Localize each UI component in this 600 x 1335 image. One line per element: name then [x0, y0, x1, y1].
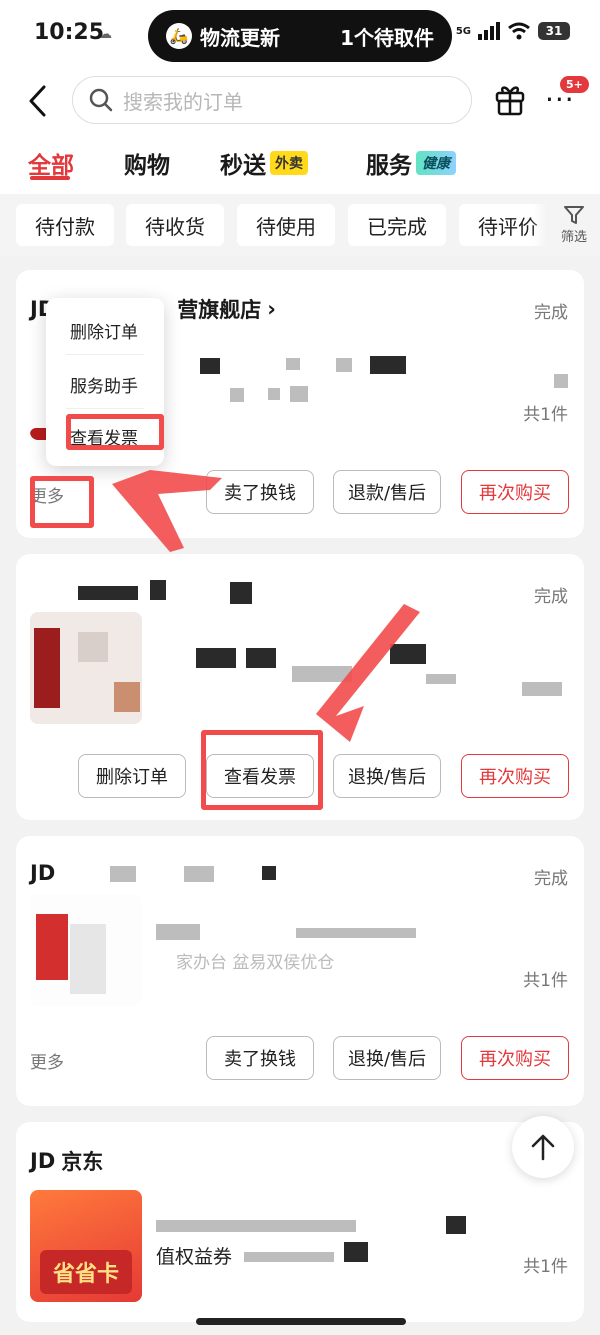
- more-link[interactable]: 更多: [30, 1048, 64, 1073]
- buy-again-button[interactable]: 再次购买: [461, 470, 569, 514]
- buy-again-button[interactable]: 再次购买: [461, 754, 569, 798]
- arrow-up-icon: [531, 1134, 555, 1161]
- takeout-tag: 外卖: [270, 151, 308, 175]
- status-filter-row: 待付款 待收货 待使用 已完成 待评价 筛选: [0, 194, 600, 256]
- store-name[interactable]: JD 京东: [30, 1146, 103, 1176]
- filter-pending-receipt[interactable]: 待收货: [126, 204, 224, 246]
- jd-logo: JD: [30, 861, 56, 885]
- wifi-icon: [508, 22, 530, 40]
- chevron-right-icon: ›: [267, 297, 276, 321]
- island-pickup-text: 1个待取件: [340, 25, 434, 50]
- product-subtitle: 家办台 盆易双侯优仓: [176, 953, 335, 973]
- return-aftersale-button[interactable]: 退换/售后: [333, 754, 441, 798]
- thumbnail-caption: 省省卡: [52, 1262, 119, 1287]
- order-status: 完成: [534, 869, 568, 889]
- popup-divider: [66, 408, 144, 409]
- tab-all-label: 全部: [28, 153, 74, 179]
- funnel-icon: [564, 205, 584, 224]
- status-time: 10:25: [34, 20, 105, 45]
- popup-divider: [66, 354, 144, 355]
- system-icons: 5G 31: [456, 22, 570, 40]
- message-badge: 5+: [560, 76, 589, 93]
- signal-icon: [478, 22, 500, 40]
- product-thumbnail[interactable]: 省省卡: [30, 1190, 142, 1302]
- filter-pending-use[interactable]: 待使用: [237, 204, 335, 246]
- product-thumbnail[interactable]: [30, 894, 142, 1006]
- tab-service[interactable]: 服务 健康: [366, 146, 456, 180]
- highlight-view-invoice-button: [201, 730, 323, 810]
- store-name-text: 营旗舰店: [177, 298, 262, 322]
- sell-for-cash-button[interactable]: 卖了换钱: [206, 470, 314, 514]
- back-icon[interactable]: [24, 84, 54, 118]
- buy-again-button[interactable]: 再次购买: [461, 1036, 569, 1080]
- highlight-more-link: [30, 476, 94, 528]
- delete-order-button[interactable]: 删除订单: [78, 754, 186, 798]
- gift-icon[interactable]: [494, 82, 526, 116]
- search-placeholder: 搜索我的订单: [123, 89, 243, 114]
- search-icon: [89, 88, 113, 112]
- return-aftersale-button[interactable]: 退换/售后: [333, 1036, 441, 1080]
- store-name-text: 京东: [61, 1150, 104, 1174]
- battery-icon: 31: [538, 22, 570, 40]
- item-count: 共1件: [523, 1257, 568, 1277]
- network-type: 5G: [455, 25, 471, 37]
- home-indicator[interactable]: [196, 1318, 406, 1325]
- scroll-to-top-button[interactable]: [512, 1116, 574, 1178]
- refund-aftersale-button[interactable]: 退款/售后: [333, 470, 441, 514]
- health-tag: 健康: [416, 151, 456, 175]
- store-name[interactable]: [30, 578, 270, 604]
- tab-shopping[interactable]: 购物: [124, 146, 170, 180]
- product-thumbnail[interactable]: [30, 612, 142, 724]
- popup-service-assistant[interactable]: 服务助手: [70, 372, 138, 397]
- order-card[interactable]: JD 完成 家办台 盆易双侯优仓 共1件 更多 卖了换钱 退换/售后 再次购买: [16, 836, 584, 1106]
- tab-instant-label: 秒送: [220, 153, 266, 179]
- cloud-icon: ☁: [99, 27, 112, 42]
- product-subtitle: 值权益券: [156, 1246, 233, 1268]
- search-input[interactable]: 搜索我的订单: [72, 76, 472, 124]
- sell-for-cash-button[interactable]: 卖了换钱: [206, 1036, 314, 1080]
- jd-logo: JD: [30, 1149, 56, 1173]
- tab-all[interactable]: 全部: [28, 146, 74, 180]
- order-card[interactable]: JD 京东 省省卡 值权益券 共1件: [16, 1122, 584, 1322]
- tab-shopping-label: 购物: [124, 153, 170, 179]
- popup-delete-order[interactable]: 删除订单: [70, 318, 138, 343]
- order-status: 完成: [534, 303, 568, 323]
- highlight-view-invoice-menu: [66, 414, 164, 450]
- filter-button[interactable]: 筛选: [548, 196, 600, 252]
- island-logistics-text: 物流更新: [200, 25, 280, 50]
- order-type-tabs: 全部 购物 秒送 外卖 服务 健康: [0, 134, 600, 194]
- active-tab-indicator: [30, 176, 70, 180]
- filter-pending-payment[interactable]: 待付款: [16, 204, 114, 246]
- filter-button-label: 筛选: [560, 229, 587, 245]
- tab-service-label: 服务: [366, 153, 412, 179]
- store-name[interactable]: JD: [30, 860, 330, 886]
- status-bar: 10:25 ☁ 🛵 物流更新 1个待取件 5G 31: [0, 0, 600, 70]
- header: 搜索我的订单 ··· 5+: [0, 70, 600, 134]
- item-count: 共1件: [523, 971, 568, 991]
- order-status: 完成: [534, 587, 568, 607]
- item-count: 共1件: [523, 405, 568, 425]
- tab-instant[interactable]: 秒送 外卖: [220, 146, 308, 180]
- filter-pending-review[interactable]: 待评价: [459, 204, 557, 246]
- delivery-icon: 🛵: [166, 23, 192, 49]
- filter-completed[interactable]: 已完成: [348, 204, 446, 246]
- dynamic-island[interactable]: 🛵 物流更新 1个待取件: [148, 10, 452, 62]
